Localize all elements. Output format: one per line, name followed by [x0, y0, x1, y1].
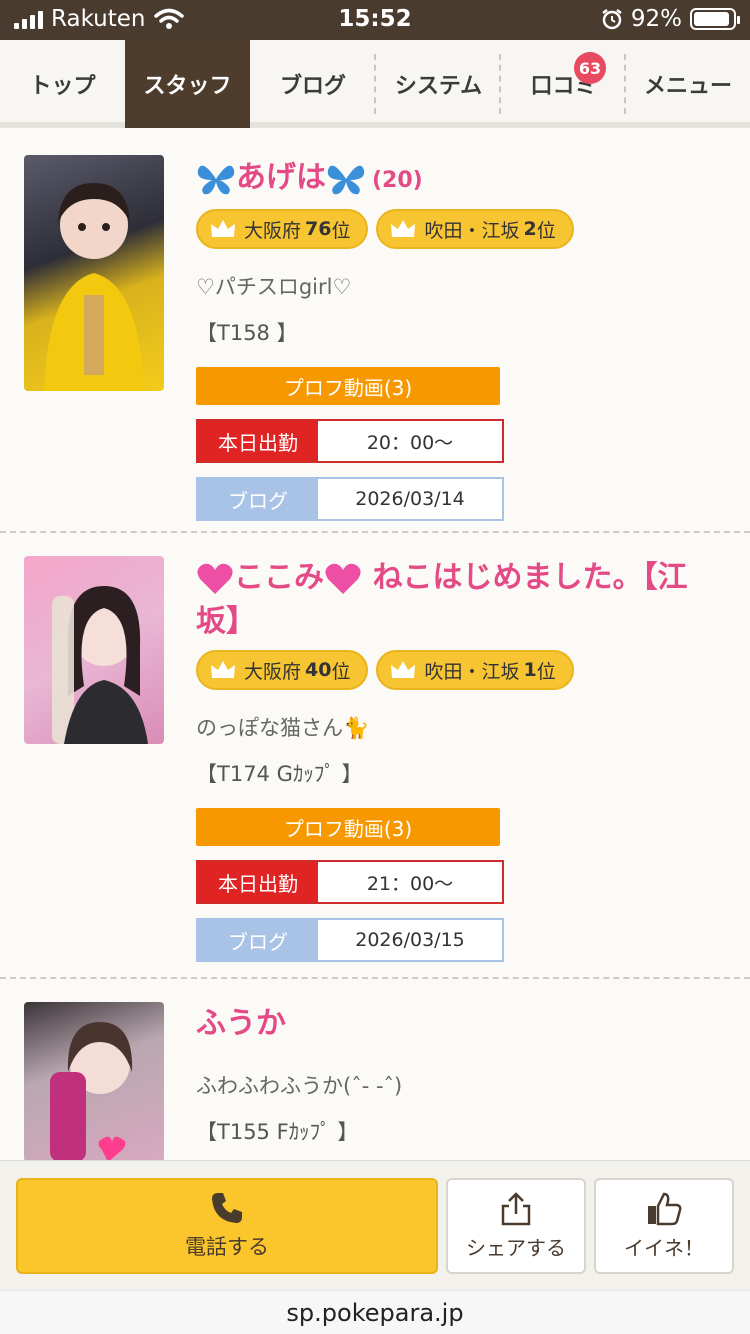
staff-catchphrase: ふわふわふうか(ˆ- -ˆ): [196, 1074, 403, 1098]
heart-icon: [197, 563, 233, 594]
url-bar[interactable]: sp.pokepara.jp: [0, 1290, 750, 1334]
nav-tabs: トップ スタッフ ブログ システム 口コミ 63 メニュー: [0, 40, 750, 128]
tab-label: メニュー: [643, 74, 732, 99]
staff-catchphrase: のっぽな猫さん🐈: [196, 716, 370, 740]
rank-badge-prefecture: 大阪府 76 位: [196, 209, 369, 249]
like-label: イイネ！: [624, 1235, 704, 1260]
divider: [0, 977, 750, 979]
tab-system[interactable]: システム: [376, 40, 501, 128]
shift-label: 本日出勤: [198, 862, 318, 902]
staff-name[interactable]: ここみ ねこはじめました。【江坂】: [196, 556, 730, 644]
staff-photo[interactable]: [24, 556, 164, 744]
battery-icon: [690, 8, 740, 30]
tab-label: ブログ: [279, 74, 346, 99]
blog-date: 2026/03/15: [318, 920, 502, 960]
call-button[interactable]: 電話する: [16, 1178, 438, 1274]
tab-staff[interactable]: スタッフ: [125, 40, 250, 128]
staff-spec: 【T158 】: [196, 321, 298, 345]
butterfly-icon: [327, 165, 365, 194]
tab-top[interactable]: トップ: [0, 40, 125, 128]
staff-catchphrase: ♡パチスロgirl♡: [196, 275, 352, 299]
battery-percent: 92%: [630, 6, 682, 32]
staff-photo[interactable]: [24, 155, 164, 391]
staff-name-text: ここみ: [234, 560, 324, 595]
staff-spec: 【T174 Gｶｯﾌﾟ 】: [196, 762, 363, 786]
staff-name[interactable]: あげは (20): [196, 156, 730, 203]
divider: [0, 531, 750, 533]
tab-menu[interactable]: メニュー: [626, 40, 750, 128]
call-label: 電話する: [185, 1235, 269, 1259]
status-bar: Rakuten 15:52 92%: [0, 0, 750, 40]
crown-icon: [211, 661, 235, 678]
phone-icon: [212, 1193, 242, 1223]
staff-photo[interactable]: [24, 1002, 164, 1162]
blog-label: ブログ: [198, 479, 318, 519]
rank-badge-area: 吹田・江坂 2 位: [376, 209, 574, 249]
crown-icon: [391, 220, 416, 237]
blog-label: ブログ: [198, 920, 318, 960]
action-bar: 電話する シェアする イイネ！: [0, 1160, 750, 1290]
shift-time: 21：00〜: [318, 862, 502, 902]
alarm-icon: [602, 9, 622, 30]
tab-reviews[interactable]: 口コミ 63: [501, 40, 626, 128]
tab-label: スタッフ: [143, 74, 232, 99]
staff-spec: 【T155 Fｶｯﾌﾟ 】: [196, 1120, 359, 1144]
staff-age: (20): [372, 168, 423, 193]
today-shift: 本日出勤 21：00〜: [196, 860, 504, 904]
like-button[interactable]: イイネ！: [594, 1178, 734, 1274]
blog-link[interactable]: ブログ 2026/03/15: [196, 918, 504, 962]
crown-icon: [391, 661, 416, 678]
url-text: sp.pokepara.jp: [286, 1298, 464, 1327]
reviews-count-badge: 63: [574, 52, 606, 84]
share-label: シェアする: [466, 1235, 566, 1260]
rank-badge-prefecture: 大阪府 40 位: [196, 650, 369, 690]
staff-name[interactable]: ふうか: [196, 1002, 730, 1046]
profile-video-button[interactable]: プロフ動画(3): [196, 367, 500, 405]
thumbs-up-icon: [648, 1192, 682, 1225]
shift-time: 20：00〜: [318, 421, 502, 461]
share-icon: [501, 1191, 531, 1225]
butterfly-icon: [197, 165, 235, 194]
tab-label: システム: [394, 74, 483, 99]
tab-blog[interactable]: ブログ: [250, 40, 376, 128]
staff-name-text: あげは: [236, 160, 326, 195]
shift-label: 本日出勤: [198, 421, 318, 461]
today-shift: 本日出勤 20：00〜: [196, 419, 504, 463]
staff-name-text: ふうか: [196, 1006, 286, 1041]
rank-badge-area: 吹田・江坂 1 位: [376, 650, 574, 690]
heart-icon: [325, 563, 361, 594]
blog-link[interactable]: ブログ 2026/03/14: [196, 477, 504, 521]
profile-video-button[interactable]: プロフ動画(3): [196, 808, 500, 846]
share-button[interactable]: シェアする: [446, 1178, 586, 1274]
blog-date: 2026/03/14: [318, 479, 502, 519]
crown-icon: [211, 220, 235, 237]
tab-label: トップ: [29, 74, 96, 99]
